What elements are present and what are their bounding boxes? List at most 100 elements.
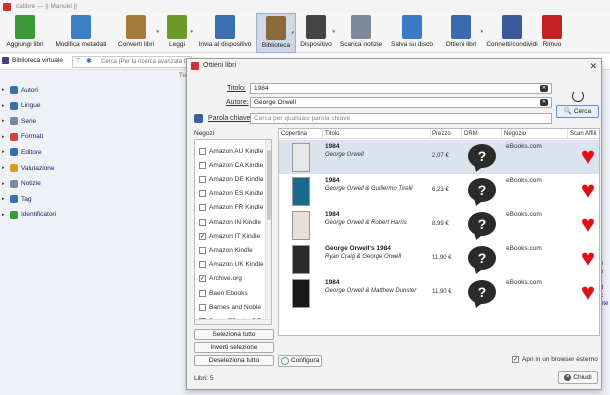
toolbar-button-10[interactable]: Ottieni libri ▾ bbox=[438, 13, 484, 53]
dialog-title: Ottieni libri bbox=[203, 62, 237, 69]
search-settings-icon[interactable]: ✱ bbox=[86, 57, 92, 67]
store-checkbox[interactable] bbox=[199, 303, 206, 311]
sidebar-item-1[interactable]: ▸ Autori bbox=[2, 84, 38, 96]
toolbar-button-9[interactable]: Salva su disco bbox=[386, 13, 438, 53]
external-browser-check[interactable]: ✓ bbox=[512, 356, 519, 363]
results-column-header[interactable]: Scari Affili bbox=[568, 129, 599, 139]
chevron-down-icon[interactable]: ▾ bbox=[332, 29, 335, 35]
store-item[interactable]: Amazon Kindle bbox=[199, 243, 253, 257]
store-item[interactable]: Amazon CA Kindle bbox=[199, 158, 263, 172]
library-search-input[interactable]: ⊤ ✱ Cerca (Per la ricerca avanzata fai bbox=[72, 56, 192, 68]
invert-selection-button[interactable]: Inverti selezione bbox=[194, 342, 274, 353]
store-checkbox[interactable] bbox=[199, 161, 206, 169]
toolbar-button-6[interactable]: Biblioteca ▾ bbox=[256, 13, 296, 53]
chevron-right-icon[interactable]: ▸ bbox=[2, 196, 7, 202]
clear-author-icon[interactable]: ✕ bbox=[540, 99, 548, 106]
sidebar-item-7[interactable]: ▸ Notizie bbox=[2, 178, 41, 190]
toolbar-button-12[interactable]: Rimuo bbox=[540, 13, 564, 53]
sidebar-item-label: Valutazione bbox=[21, 164, 55, 172]
chevron-right-icon[interactable]: ▸ bbox=[2, 149, 7, 155]
chevron-down-icon[interactable]: ▾ bbox=[156, 29, 159, 35]
store-item[interactable]: Amazon AU Kindle bbox=[199, 144, 263, 158]
select-all-button[interactable]: Seleziona tutto bbox=[194, 329, 274, 340]
result-row[interactable]: George Orwell's 1984 Ryan Craig & George … bbox=[279, 242, 599, 276]
store-item[interactable]: Amazon DE Kindle bbox=[199, 172, 264, 186]
close-button[interactable]: ✕ Chiudi bbox=[558, 371, 598, 384]
virtual-library-button[interactable]: Biblioteca virtuale bbox=[2, 57, 63, 64]
keyword-input[interactable]: Cerca per qualsiasi parola chiave bbox=[250, 113, 552, 124]
result-row[interactable]: 1984 George Orwell & Guillermo Tirelli 6,2… bbox=[279, 174, 599, 208]
result-row[interactable]: 1984 George Orwell 2,07 €? eBooks.com ♥ bbox=[279, 140, 599, 174]
window-title: calibre — || Manuel || bbox=[16, 3, 77, 10]
store-item[interactable]: Amazon FR Kindle bbox=[199, 201, 263, 215]
store-item[interactable]: Amazon ES Kindle bbox=[199, 187, 263, 201]
external-browser-checkbox[interactable]: ✓ Apri in un browser esterno bbox=[512, 356, 598, 363]
sidebar-item-2[interactable]: ▸ Lingue bbox=[2, 100, 41, 112]
store-checkbox[interactable] bbox=[199, 190, 206, 198]
chevron-down-icon[interactable]: ▾ bbox=[291, 30, 294, 36]
results-column-header[interactable]: Titolo bbox=[323, 129, 431, 139]
clear-title-icon[interactable]: ✕ bbox=[540, 85, 548, 92]
results-column-header[interactable]: Negozio bbox=[502, 129, 568, 139]
configure-button[interactable]: Configura bbox=[278, 355, 322, 367]
chevron-right-icon[interactable]: ▸ bbox=[2, 118, 7, 124]
sidebar-item-8[interactable]: ▸ Tag bbox=[2, 193, 31, 205]
result-row[interactable]: 1984 George Orwell & Matthew Dunster 11,90… bbox=[279, 276, 599, 310]
deselect-all-button[interactable]: Deseleziona tutto bbox=[194, 355, 274, 366]
search-toggle-icon[interactable]: ⊤ bbox=[75, 57, 81, 67]
toolbar-button-2[interactable]: Modifica metadati bbox=[50, 13, 112, 53]
dialog-app-icon bbox=[191, 62, 199, 70]
store-checkbox[interactable] bbox=[199, 246, 206, 254]
sidebar-item-4[interactable]: ▸ Formati bbox=[2, 131, 43, 143]
stores-vertical-scrollbar[interactable] bbox=[265, 140, 271, 324]
toolbar-button-4[interactable]: Leggi ▾ bbox=[160, 13, 194, 53]
result-row[interactable]: 1984 George Orwell & Robert Harris 8,99 €?… bbox=[279, 208, 599, 242]
store-checkbox[interactable] bbox=[199, 147, 206, 155]
chevron-right-icon[interactable]: ▸ bbox=[2, 134, 7, 140]
save-disk-icon bbox=[402, 15, 422, 39]
search-button[interactable]: 🔍 Cerca bbox=[556, 105, 599, 118]
chevron-right-icon[interactable]: ▸ bbox=[2, 181, 7, 187]
author-input[interactable]: George Orwell ✕ bbox=[250, 97, 552, 108]
sidebar-item-9[interactable]: ▸ Identificatori bbox=[2, 209, 56, 221]
toolbar-button-1[interactable]: Aggiungi libri bbox=[0, 13, 50, 53]
store-checkbox[interactable] bbox=[199, 289, 206, 297]
close-circle-icon: ✕ bbox=[564, 373, 572, 381]
store-item[interactable]: Baen Ebooks bbox=[199, 286, 248, 300]
store-item[interactable]: Amazon IN Kindle bbox=[199, 215, 261, 229]
store-item[interactable]: ✓ Amazon IT Kindle bbox=[199, 229, 260, 243]
chevron-down-icon[interactable]: ▾ bbox=[480, 29, 483, 35]
sidebar-item-6[interactable]: ▸ Valutazione bbox=[2, 162, 55, 174]
stores-scroll-thumb[interactable] bbox=[267, 150, 271, 220]
chevron-right-icon[interactable]: ▸ bbox=[2, 165, 7, 171]
store-checkbox[interactable]: ✓ bbox=[199, 232, 206, 240]
store-checkbox[interactable] bbox=[199, 204, 206, 212]
results-column-header[interactable]: Copertina bbox=[279, 129, 323, 139]
sidebar-item-5[interactable]: ▸ Editore bbox=[2, 146, 42, 158]
chevron-right-icon[interactable]: ▸ bbox=[2, 103, 7, 109]
store-item[interactable]: Barnes and Noble bbox=[199, 300, 261, 314]
toolbar-button-5[interactable]: Invia al dispositivo bbox=[194, 13, 256, 53]
sidebar-item-3[interactable]: ▸ Serie bbox=[2, 115, 36, 127]
chevron-down-icon[interactable]: ▾ bbox=[190, 29, 193, 35]
toolbar-button-11[interactable]: Connetti/condividi bbox=[484, 13, 540, 53]
results-column-header[interactable]: DRM bbox=[462, 129, 502, 139]
results-column-header[interactable]: Prezzo bbox=[430, 129, 462, 139]
store-item[interactable]: Amazon UK Kindle bbox=[199, 258, 264, 272]
dialog-titlebar: Ottieni libri bbox=[187, 59, 601, 73]
chevron-right-icon[interactable]: ▸ bbox=[2, 87, 7, 93]
store-checkbox[interactable]: ✓ bbox=[199, 275, 206, 283]
toolbar-button-8[interactable]: Scarica notizie bbox=[336, 13, 386, 53]
stores-horizontal-scrollbar[interactable] bbox=[195, 319, 271, 324]
dialog-close-icon[interactable]: ✕ bbox=[589, 59, 597, 73]
toolbar-button-3[interactable]: Converti libri ▾ bbox=[112, 13, 160, 53]
toolbar-button-7[interactable]: Dispositivo ▾ bbox=[296, 13, 336, 53]
store-item[interactable]: ✓ Archive.org bbox=[199, 272, 242, 286]
store-checkbox[interactable] bbox=[199, 261, 206, 269]
store-checkbox[interactable] bbox=[199, 175, 206, 183]
title-input[interactable]: 1984 ✕ bbox=[250, 83, 552, 94]
book-list-column-header[interactable]: Tu bbox=[179, 73, 186, 79]
chevron-right-icon[interactable]: ▸ bbox=[2, 212, 7, 218]
store-checkbox[interactable] bbox=[199, 218, 206, 226]
toolbar-label: Salva su disco bbox=[391, 41, 433, 48]
